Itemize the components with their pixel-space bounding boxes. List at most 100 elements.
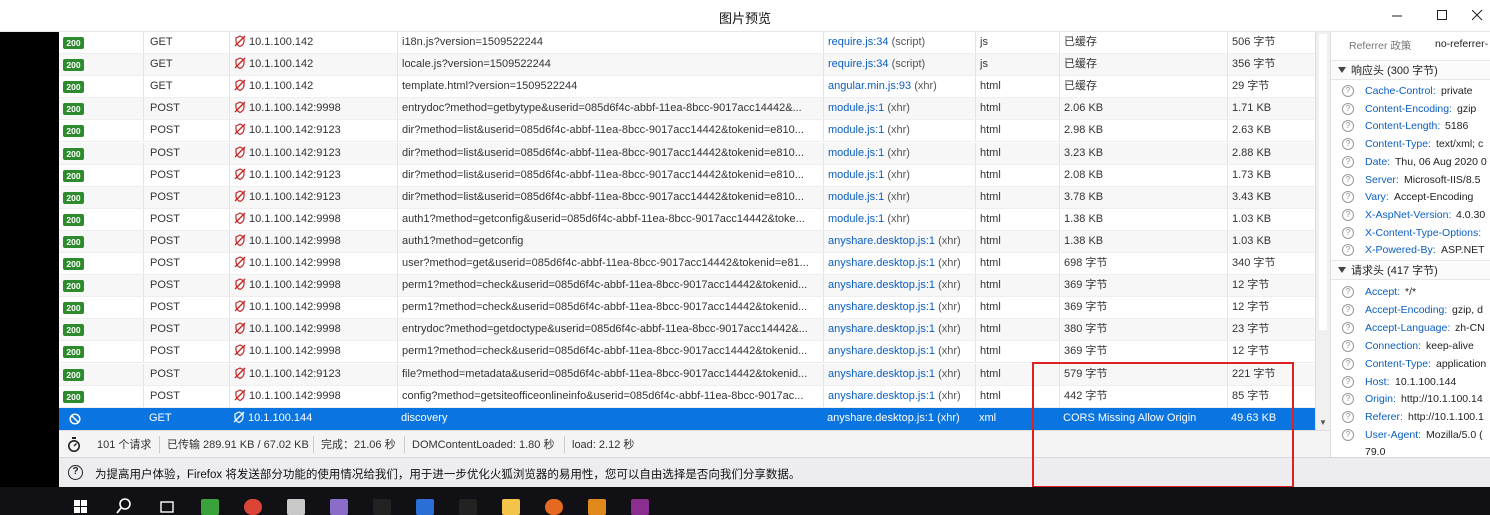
initiator-link[interactable]: anyshare.desktop.js:1 xyxy=(828,390,935,402)
help-icon[interactable]: ? xyxy=(1342,244,1354,257)
initiator-link[interactable]: anyshare.desktop.js:1 xyxy=(828,345,935,357)
maximize-button[interactable] xyxy=(1427,4,1457,26)
request-headers-section[interactable]: 请求头 (417 字节) xyxy=(1331,260,1490,280)
request-row[interactable]: 200 POST 10.1.100.142:9998 user?method=get&… xyxy=(59,253,1315,275)
type-cell: html xyxy=(975,142,1059,164)
request-row[interactable]: 200 POST 10.1.100.142:9998 perm1?method=che… xyxy=(59,275,1315,298)
terminal-icon[interactable] xyxy=(455,491,481,515)
help-icon[interactable]: ? xyxy=(1342,208,1354,221)
domain-text: 10.1.100.142:9998 xyxy=(249,323,341,336)
minimize-button[interactable] xyxy=(1382,4,1412,26)
firefox-icon[interactable] xyxy=(541,491,567,515)
help-icon[interactable]: ? xyxy=(1342,303,1354,316)
request-row[interactable]: 200 POST 10.1.100.142:9998 config?method=ge… xyxy=(59,385,1315,408)
initiator-link[interactable]: require.js:34 xyxy=(828,58,889,70)
help-icon[interactable]: ? xyxy=(1342,339,1354,352)
initiator-link[interactable]: anyshare.desktop.js:1 xyxy=(828,323,935,335)
domain-cell: 10.1.100.142:9123 xyxy=(229,363,397,385)
header-name: X-Content-Type-Options: xyxy=(1365,226,1482,239)
transferred-cell: 369 字节 xyxy=(1059,275,1227,297)
search-icon[interactable] xyxy=(111,491,137,515)
transferred-cell: 1.38 KB xyxy=(1059,208,1227,230)
app-icon[interactable] xyxy=(283,491,309,515)
request-row-selected[interactable]: GET 10.1.100.144 discovery anyshare.desktop… xyxy=(59,407,1315,430)
help-icon[interactable]: ? xyxy=(1342,226,1354,239)
initiator-link[interactable]: anyshare.desktop.js:1 xyxy=(828,235,935,247)
initiator-link[interactable]: require.js:34 xyxy=(828,36,889,48)
app-icon[interactable] xyxy=(412,491,438,515)
initiator-link[interactable]: angular.min.js:93 xyxy=(828,80,911,92)
help-icon[interactable]: ? xyxy=(1342,138,1354,151)
initiator-cell: anyshare.desktop.js:1 (xhr) xyxy=(823,253,975,274)
scroll-down-arrow-icon[interactable]: ▼ xyxy=(1316,416,1330,430)
request-row[interactable]: 200 GET 10.1.100.142 locale.js?version=1509… xyxy=(59,54,1315,77)
help-icon[interactable]: ? xyxy=(1342,155,1354,168)
windows-start-icon[interactable] xyxy=(68,491,94,515)
app-icon[interactable] xyxy=(584,491,610,515)
initiator-link[interactable]: module.js:1 xyxy=(828,169,884,181)
initiator-link[interactable]: module.js:1 xyxy=(828,124,884,136)
request-row[interactable]: 200 POST 10.1.100.142:9998 auth1?method=get… xyxy=(59,208,1315,231)
header-row: ? Accept-Encoding: gzip, d xyxy=(1331,302,1490,319)
help-icon[interactable]: ? xyxy=(1342,286,1354,298)
initiator-link[interactable]: anyshare.desktop.js:1 xyxy=(828,368,935,380)
status-badge: 200 xyxy=(63,368,84,381)
help-icon[interactable]: ? xyxy=(1342,357,1354,370)
request-list-scrollbar[interactable]: ▼ xyxy=(1315,32,1330,430)
initiator-link[interactable]: anyshare.desktop.js:1 xyxy=(827,412,934,424)
status-cell: 200 xyxy=(59,76,143,97)
response-headers-section[interactable]: 响应头 (300 字节) xyxy=(1331,60,1490,80)
help-icon[interactable]: ? xyxy=(1342,191,1354,204)
winrar-icon[interactable] xyxy=(627,491,653,515)
help-icon[interactable]: ? xyxy=(1342,393,1354,406)
initiator-link[interactable]: module.js:1 xyxy=(828,213,884,225)
help-icon[interactable]: ? xyxy=(1342,321,1354,334)
request-row[interactable]: 200 GET 10.1.100.142 i18n.js?version=150952… xyxy=(59,32,1315,54)
help-icon[interactable]: ? xyxy=(1342,411,1354,424)
request-row[interactable]: 200 POST 10.1.100.142:9123 file?method=meta… xyxy=(59,363,1315,386)
help-icon[interactable]: ? xyxy=(1342,173,1354,186)
request-row[interactable]: 200 POST 10.1.100.142:9998 auth1?method=get… xyxy=(59,230,1315,253)
background-strip xyxy=(0,32,59,487)
tracking-protection-off-icon xyxy=(234,123,246,136)
request-row[interactable]: 200 POST 10.1.100.142:9123 dir?method=list&… xyxy=(59,186,1315,209)
size-cell: 2.88 KB xyxy=(1227,142,1315,164)
stopwatch-icon xyxy=(68,437,80,452)
response-headers-section-label: 响应头 (300 字节) xyxy=(1351,65,1438,77)
header-name: Connection: xyxy=(1365,339,1422,352)
app-icon[interactable] xyxy=(326,491,352,515)
initiator-link[interactable]: module.js:1 xyxy=(828,102,884,114)
app-icon[interactable] xyxy=(197,491,223,515)
type-cell: xml xyxy=(979,411,997,424)
tracking-protection-off-icon xyxy=(233,411,245,423)
request-row[interactable]: 200 POST 10.1.100.142:9998 perm1?method=che… xyxy=(59,341,1315,364)
status-badge: 200 xyxy=(63,390,84,403)
chrome-icon[interactable] xyxy=(240,491,266,515)
request-row[interactable]: 200 POST 10.1.100.142:9998 entrydoc?method=… xyxy=(59,319,1315,342)
initiator-link[interactable]: anyshare.desktop.js:1 xyxy=(828,279,935,291)
initiator-type: (xhr) xyxy=(938,345,961,358)
request-row[interactable]: 200 POST 10.1.100.142:9998 perm1?method=che… xyxy=(59,297,1315,320)
scrollbar-thumb[interactable] xyxy=(1319,34,1327,330)
status-cell: 200 xyxy=(59,187,143,208)
task-view-icon[interactable] xyxy=(154,491,180,515)
help-icon[interactable]: ? xyxy=(1342,85,1354,97)
request-row[interactable]: 200 POST 10.1.100.142:9123 dir?method=list&… xyxy=(59,120,1315,143)
close-button[interactable] xyxy=(1462,4,1490,26)
request-row[interactable]: 200 GET 10.1.100.142 template.html?version=… xyxy=(59,76,1315,99)
file-cell: auth1?method=getconfig&userid=085d6f4c-a… xyxy=(397,208,823,230)
tracking-protection-off-icon xyxy=(234,101,246,114)
help-icon[interactable]: ? xyxy=(1342,102,1354,115)
initiator-link[interactable]: anyshare.desktop.js:1 xyxy=(828,257,935,269)
terminal-icon[interactable] xyxy=(369,491,395,515)
request-row[interactable]: 200 POST 10.1.100.142:9998 entrydoc?method=… xyxy=(59,98,1315,121)
folder-icon[interactable] xyxy=(498,491,524,515)
initiator-link[interactable]: anyshare.desktop.js:1 xyxy=(828,301,935,313)
request-row[interactable]: 200 POST 10.1.100.142:9123 dir?method=list&… xyxy=(59,142,1315,165)
initiator-link[interactable]: module.js:1 xyxy=(828,147,884,159)
help-icon[interactable]: ? xyxy=(1342,429,1354,442)
help-icon[interactable]: ? xyxy=(1342,375,1354,388)
help-icon[interactable]: ? xyxy=(1342,120,1354,133)
initiator-link[interactable]: module.js:1 xyxy=(828,191,884,203)
request-row[interactable]: 200 POST 10.1.100.142:9123 dir?method=list&… xyxy=(59,164,1315,187)
